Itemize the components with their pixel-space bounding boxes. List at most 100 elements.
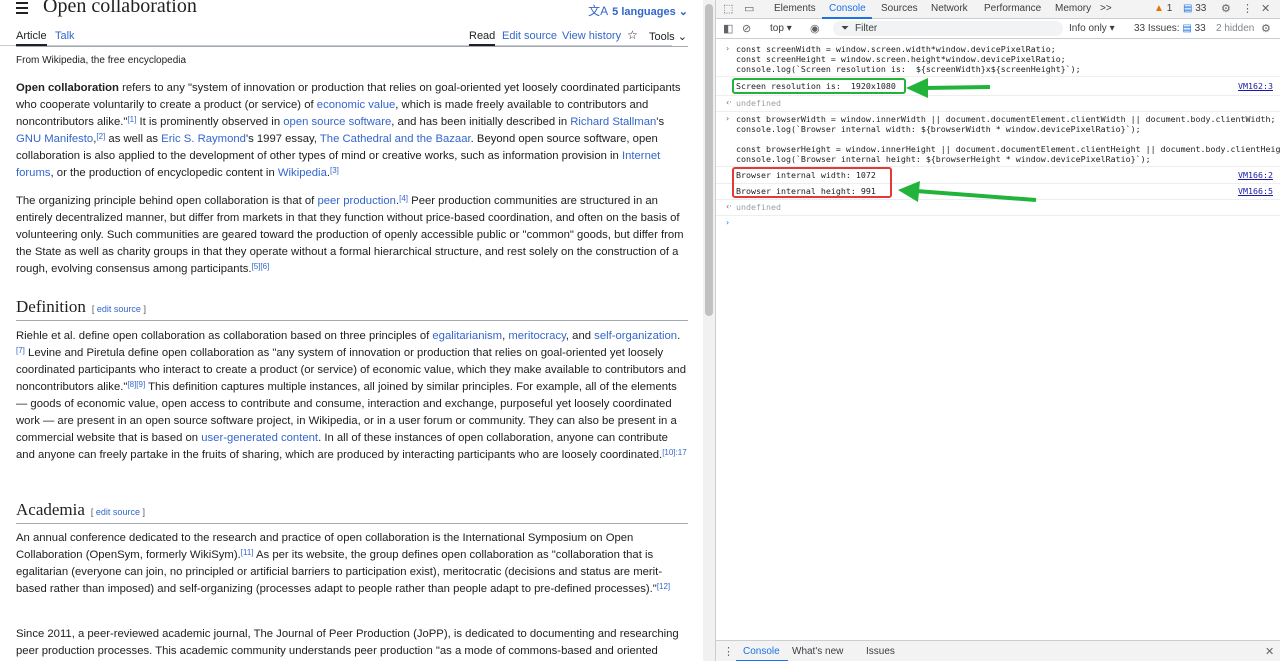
languages-button[interactable]: 文A 5 languages ⌄ (588, 2, 688, 19)
watch-star-icon[interactable]: ☆ (627, 28, 638, 42)
text: It is prominently observed in (136, 116, 284, 128)
tab-performance[interactable]: Performance (984, 3, 1041, 14)
citation-link[interactable]: [2] (96, 132, 105, 141)
drawer-menu-icon[interactable]: ⋮ (723, 645, 734, 658)
messages-counter[interactable]: ▤ 33 (1183, 3, 1206, 14)
citation-link[interactable]: [10]:17 (662, 448, 686, 457)
wikipedia-page: Open collaboration 文A 5 languages ⌄ Artic… (0, 0, 703, 661)
edit-section: [ edit source ] (90, 507, 145, 517)
tools-label: Tools (649, 31, 675, 43)
citation-link[interactable]: [11] (241, 548, 254, 557)
page-scrollbar[interactable] (703, 0, 715, 661)
translate-icon: 文A (588, 4, 609, 18)
chevron-down-icon: ⌄ (677, 31, 687, 43)
close-icon[interactable]: ✕ (1261, 2, 1270, 15)
log-level-selector[interactable]: Info only ▾ (1069, 23, 1115, 34)
settings-gear-icon[interactable]: ⚙ (1221, 2, 1231, 15)
link-gnu-manifesto[interactable]: GNU Manifesto (16, 133, 93, 145)
text: 's 1997 essay, (245, 133, 320, 145)
link-open-source-software[interactable]: open source software (283, 116, 391, 128)
input-prompt-icon: › (726, 44, 730, 53)
more-options-icon[interactable]: ⋮ (1242, 2, 1253, 15)
console-output[interactable]: › const screenWidth = window.screen.widt… (716, 40, 1280, 640)
drawer-tab-whats-new[interactable]: What's new (792, 646, 843, 657)
hidden-count: 2 hidden (1216, 23, 1255, 34)
scrollbar-thumb[interactable] (705, 4, 713, 316)
drawer-tab-bar: ⋮ Console What's new Issues ✕ (716, 640, 1280, 661)
warnings-count: 1 (1166, 3, 1173, 14)
context-selector[interactable]: top ▾ (770, 23, 792, 34)
link-economic-value[interactable]: economic value (317, 99, 396, 111)
code-line: const browserWidth = window.innerWidth |… (736, 114, 1276, 124)
message-icon: ▤ (1183, 3, 1193, 14)
drawer-tab-issues[interactable]: Issues (866, 646, 895, 657)
sidebar-toggle-icon[interactable]: ◧ (723, 22, 733, 35)
return-arrow-icon: ‹· (726, 202, 732, 211)
link-egalitarianism[interactable]: egalitarianism (432, 330, 502, 342)
inspect-element-icon[interactable]: ⬚ (723, 2, 733, 15)
tab-edit-source[interactable]: Edit source (502, 30, 557, 42)
paragraph-principle: The organizing principle behind open col… (16, 193, 688, 278)
console-input-prompt-icon[interactable]: › (726, 218, 729, 227)
console-settings-gear-icon[interactable]: ⚙ (1261, 22, 1271, 35)
tab-sources[interactable]: Sources (881, 3, 918, 14)
issues-counter[interactable]: 33 Issues: ▤ 33 (1134, 23, 1206, 34)
live-expression-eye-icon[interactable]: ◉ (810, 22, 820, 35)
dropdown-arrow-icon: ▾ (786, 23, 792, 34)
tab-elements[interactable]: Elements (774, 3, 816, 14)
tab-read[interactable]: Read (469, 30, 496, 46)
console-toolbar: ◧ ⊘ top ▾ ◉ ⏷ Filter Info only ▾ 33 Issue… (716, 19, 1280, 39)
dropdown-arrow-icon: ▾ (1109, 23, 1115, 34)
page-tabs: Article Talk Read Edit source View histo… (0, 28, 687, 46)
more-tabs-button[interactable]: >> (1100, 3, 1112, 14)
citation-link[interactable]: [4] (399, 194, 408, 203)
device-toolbar-icon[interactable]: ▭ (744, 2, 754, 15)
citation-link[interactable]: [5][6] (252, 262, 270, 271)
link-peer-production[interactable]: peer production (317, 195, 396, 207)
link-wikipedia[interactable]: Wikipedia (278, 167, 327, 179)
issues-label: 33 Issues: (1134, 23, 1180, 34)
issues-count: 33 (1194, 23, 1206, 34)
citation-link[interactable]: [7] (16, 346, 25, 355)
drawer-tab-console[interactable]: Console (743, 646, 780, 657)
citation-link[interactable]: [1] (127, 115, 136, 124)
divider (16, 46, 688, 47)
link-meritocracy[interactable]: meritocracy (508, 330, 566, 342)
clear-console-icon[interactable]: ⊘ (742, 22, 751, 35)
citation-link[interactable]: [12] (657, 582, 670, 591)
close-drawer-icon[interactable]: ✕ (1265, 645, 1274, 658)
heading-text: Definition (16, 297, 86, 316)
warnings-counter[interactable]: ▲ 1 (1154, 3, 1172, 14)
issues-icon: ▤ (1182, 23, 1192, 34)
source-link[interactable]: VM166:2 (1238, 170, 1273, 180)
return-value: undefined (736, 202, 781, 212)
source-link[interactable]: VM162:3 (1238, 81, 1273, 91)
section-heading-definition: Definition [ edit source ] (16, 297, 688, 321)
tab-article[interactable]: Article (16, 30, 47, 46)
main-menu-icon[interactable] (16, 2, 28, 14)
link-cathedral-bazaar[interactable]: The Cathedral and the Bazaar (320, 133, 471, 145)
edit-source-link[interactable]: edit source (96, 507, 140, 517)
link-user-generated-content[interactable]: user-generated content (201, 432, 318, 444)
edit-source-link[interactable]: edit source (97, 304, 141, 314)
link-self-organization[interactable]: self-organization (594, 330, 677, 342)
filter-input[interactable]: ⏷ Filter (833, 21, 1063, 36)
tab-network[interactable]: Network (931, 3, 968, 14)
citation-link[interactable]: [8][9] (127, 380, 145, 389)
bold-term: Open collaboration (16, 82, 119, 94)
section-heading-academia: Academia [ edit source ] (16, 500, 688, 524)
link-richard-stallman[interactable]: Richard Stallman (570, 116, 656, 128)
citation-link[interactable]: [3] (330, 166, 339, 175)
divider (716, 215, 1280, 216)
tab-view-history[interactable]: View history (562, 30, 621, 42)
source-link[interactable]: VM166:5 (1238, 186, 1273, 196)
tools-menu[interactable]: Tools ⌄ (649, 30, 687, 43)
tab-memory[interactable]: Memory (1055, 3, 1091, 14)
text: Peer production communities are structur… (16, 195, 684, 275)
context-label: top (770, 23, 784, 34)
link-eric-raymond[interactable]: Eric S. Raymond (161, 133, 246, 145)
tab-talk[interactable]: Talk (55, 30, 75, 42)
paragraph-jopp: Since 2011, a peer-reviewed academic jou… (16, 628, 679, 657)
tab-console[interactable]: Console (829, 3, 866, 14)
warning-icon: ▲ (1154, 3, 1164, 14)
